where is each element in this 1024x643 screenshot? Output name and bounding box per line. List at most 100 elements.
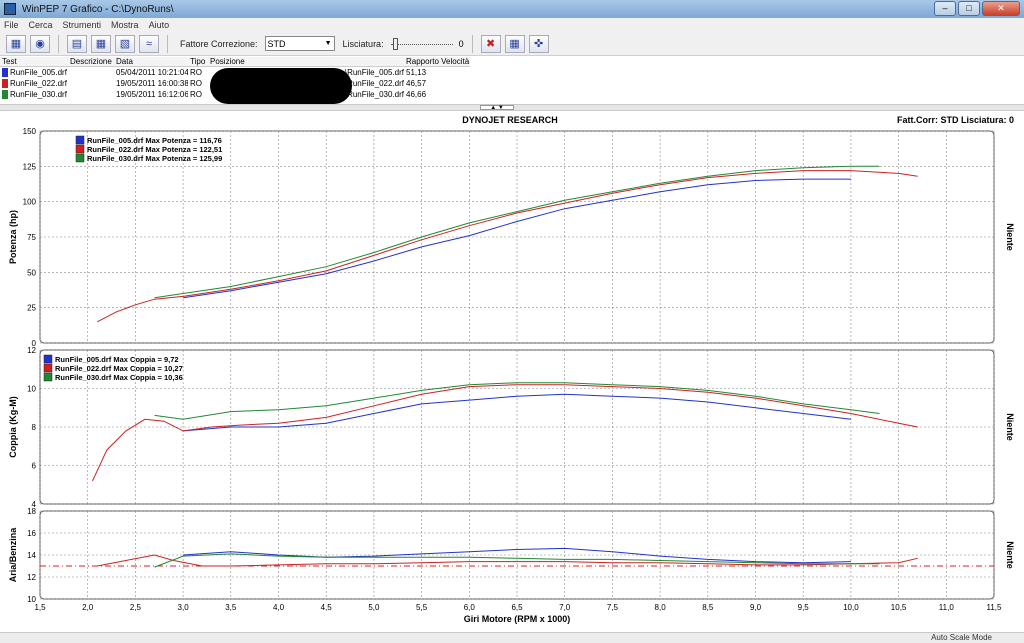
menu-cerca[interactable]: Cerca (29, 20, 53, 30)
grid-icon[interactable]: ▦ (504, 34, 525, 53)
delete-icon[interactable]: ✖ (480, 34, 501, 53)
menu-bar: File Cerca Strumenti Mostra Aiuto (0, 18, 1024, 32)
x-tick-label: 6,0 (464, 603, 476, 612)
minimize-button[interactable]: – (934, 1, 956, 16)
menu-strumenti[interactable]: Strumenti (63, 20, 102, 30)
legend-entry: RunFile_030.drf Max Coppia = 10,36 (55, 373, 183, 382)
y-tick-label: 18 (27, 507, 36, 516)
run-color-swatch (2, 79, 8, 88)
x-tick-label: 1,5 (34, 603, 46, 612)
pane-splitter[interactable]: ▲ ▼ (0, 104, 1024, 111)
status-mode: Auto Scale Mode (931, 633, 992, 642)
x-tick-label: 8,0 (655, 603, 667, 612)
runs-table-header: Test Descrizione Data Tipo Posizione Rap… (0, 57, 470, 67)
y-tick-label: 150 (23, 127, 37, 136)
x-tick-label: 11,0 (939, 603, 955, 612)
col-descrizione[interactable]: Descrizione (68, 57, 114, 66)
y-tick-label: 16 (27, 529, 36, 538)
fattore-label: Fattore Correzione: (180, 38, 258, 49)
legend-entry: RunFile_005.drf Max Coppia = 9,72 (55, 355, 179, 364)
fattore-value: STD (267, 38, 286, 49)
right-axis-label: Niente (1005, 223, 1015, 251)
x-tick-label: 2,0 (82, 603, 94, 612)
y-tick-label: 100 (23, 198, 37, 207)
col-data[interactable]: Data (114, 57, 188, 66)
x-tick-label: 7,5 (607, 603, 619, 612)
window-title: WinPEP 7 Grafico - C:\DynoRuns\ (22, 3, 174, 15)
graph-power-icon[interactable]: ▤ (67, 34, 87, 53)
legend-swatch (75, 144, 85, 154)
y-axis-label: Aria/Benzina (8, 527, 18, 583)
maximize-button[interactable]: □ (958, 1, 980, 16)
x-tick-label: 3,5 (225, 603, 237, 612)
x-tick-label: 5,5 (416, 603, 428, 612)
menu-file[interactable]: File (4, 20, 19, 30)
x-tick-label: 5,0 (368, 603, 380, 612)
lisciatura-value: 0 (458, 38, 464, 49)
y-tick-label: 14 (27, 551, 36, 560)
run-color-swatch (2, 68, 8, 77)
legend-entry: RunFile_005.drf Max Potenza = 116,76 (87, 136, 222, 145)
y-tick-label: 6 (32, 462, 37, 471)
legend-swatch (75, 153, 85, 163)
y-tick-label: 125 (23, 162, 37, 171)
crosshair-icon[interactable]: ✜ (528, 34, 549, 53)
right-axis-label: Niente (1005, 541, 1015, 569)
y-tick-label: 75 (27, 233, 36, 242)
x-tick-label: 7,0 (559, 603, 571, 612)
y-tick-label: 25 (27, 304, 36, 313)
legend-swatch (43, 363, 53, 373)
col-tipo[interactable]: Tipo (188, 57, 208, 66)
legend-entry: RunFile_022.drf Max Coppia = 10,27 (55, 364, 183, 373)
status-bar: Auto Scale Mode (0, 632, 1024, 643)
run-color-swatch (2, 90, 8, 99)
slider-thumb[interactable] (392, 37, 398, 50)
window-controls: – □ ✕ (934, 1, 1020, 16)
splitter-grip[interactable]: ▲ ▼ (480, 105, 514, 111)
right-axis-label: Niente (1005, 413, 1015, 441)
x-tick-label: 9,5 (798, 603, 810, 612)
x-tick-label: 8,5 (702, 603, 714, 612)
title-bar: WinPEP 7 Grafico - C:\DynoRuns\ – □ ✕ (0, 0, 1024, 18)
lisciatura-label: Lisciatura: (342, 38, 384, 49)
legend-swatch (43, 372, 53, 382)
y-tick-label: 8 (32, 423, 37, 432)
y-tick-label: 12 (27, 346, 36, 355)
dyno-chart[interactable]: 0255075100125150Potenza (hp) NienteRunFil… (0, 122, 1024, 632)
y-tick-label: 50 (27, 268, 36, 277)
col-rapporto[interactable]: Rapporto Velocità (404, 57, 470, 66)
redaction-blob (210, 68, 352, 104)
x-axis-label: Giri Motore (RPM x 1000) (464, 614, 571, 624)
y-axis-label: Potenza (hp) (8, 210, 18, 264)
menu-aiuto[interactable]: Aiuto (149, 20, 170, 30)
app-icon (4, 3, 16, 15)
col-test[interactable]: Test (0, 57, 68, 66)
legend-swatch (75, 135, 85, 145)
table-view-icon[interactable]: ▦ (6, 34, 26, 53)
y-tick-label: 12 (27, 573, 36, 582)
fattore-select[interactable]: STD ▼ (264, 36, 335, 51)
graph-torque-icon[interactable]: ▦ (91, 34, 111, 53)
x-tick-label: 10,0 (843, 603, 859, 612)
graph-overlay-icon[interactable]: ≈ (139, 34, 159, 53)
lisciatura-slider[interactable] (390, 37, 453, 51)
toolbar: ▦ ◉ ▤ ▦ ▧ ≈ Fattore Correzione: STD ▼ Li… (0, 32, 1024, 56)
col-posizione[interactable]: Posizione (208, 57, 404, 66)
x-tick-label: 6,5 (511, 603, 523, 612)
x-tick-label: 4,5 (321, 603, 333, 612)
x-tick-label: 11,5 (987, 603, 1003, 612)
globe-icon[interactable]: ◉ (30, 34, 50, 53)
y-axis-label: Coppia (Kg-M) (8, 396, 18, 457)
menu-mostra[interactable]: Mostra (111, 20, 139, 30)
close-button[interactable]: ✕ (982, 1, 1020, 16)
x-tick-label: 9,0 (750, 603, 762, 612)
legend-entry: RunFile_022.drf Max Potenza = 122,51 (87, 145, 222, 154)
x-tick-label: 4,0 (273, 603, 285, 612)
chevron-down-icon: ▼ (324, 40, 332, 47)
y-tick-label: 10 (27, 385, 36, 394)
legend-swatch (43, 354, 53, 364)
graph-afr-icon[interactable]: ▧ (115, 34, 135, 53)
x-tick-label: 2,5 (130, 603, 142, 612)
x-tick-label: 10,5 (891, 603, 907, 612)
x-tick-label: 3,0 (178, 603, 190, 612)
